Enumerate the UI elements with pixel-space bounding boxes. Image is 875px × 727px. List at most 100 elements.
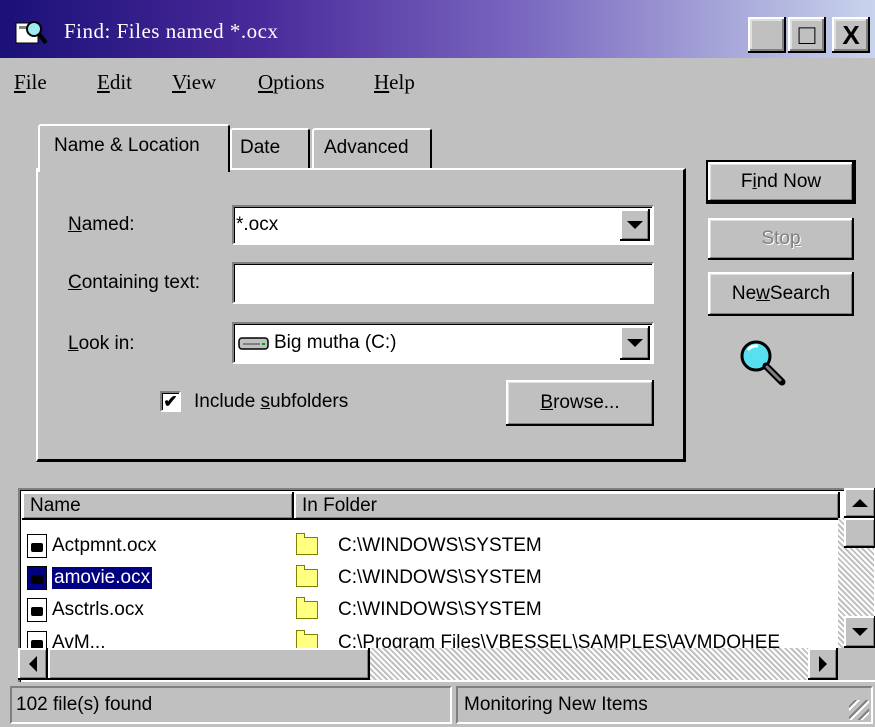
scroll-corner: [838, 648, 875, 680]
scroll-right-button[interactable]: [808, 648, 838, 680]
lookin-value: Big mutha (C:): [274, 332, 397, 353]
lookin-label-text: ook in:: [78, 333, 135, 354]
stop-button[interactable]: Sto p: [708, 218, 854, 260]
folder-path: C:\WINDOWS\SYSTEM: [338, 567, 542, 588]
new-search-accel: w: [756, 283, 770, 304]
lookin-label: Look in:: [68, 333, 135, 355]
new-search-button[interactable]: Ne w Search: [708, 272, 854, 316]
scroll-left-button[interactable]: [18, 648, 48, 680]
chevron-down-icon: [627, 221, 643, 229]
include-subfolders-label[interactable]: Include subfolders: [194, 391, 348, 413]
list-item[interactable]: Asctrls.ocx: [27, 597, 144, 623]
include-subfolders-rest: ubfolders: [270, 391, 349, 412]
include-subfolders-accel: s: [260, 391, 271, 412]
folder-path: C:\WINDOWS\SYSTEM: [338, 599, 542, 620]
menu-view-label: iew: [185, 70, 217, 94]
column-header-name[interactable]: Name: [22, 492, 294, 520]
lookin-dropdown-button[interactable]: [620, 326, 650, 360]
menu-help-label: elp: [389, 70, 415, 94]
find-now-rest: nd Now: [756, 171, 822, 192]
horizontal-scroll-thumb[interactable]: [48, 648, 370, 680]
menu-edit-label: dit: [109, 70, 132, 94]
scroll-down-button[interactable]: [844, 616, 875, 648]
named-label-text: amed:: [81, 214, 135, 235]
tab-name-location[interactable]: Name & Location: [38, 124, 230, 172]
stop-accel: p: [789, 228, 801, 249]
menu-options-accel: O: [258, 70, 274, 94]
chevron-down-icon: [627, 339, 643, 347]
containing-text-input[interactable]: [232, 262, 654, 304]
named-combo[interactable]: *.ocx: [232, 205, 654, 245]
menu-view[interactable]: View: [172, 70, 216, 95]
containing-label: Containing text:: [68, 272, 200, 294]
named-label-accel: N: [68, 214, 82, 235]
named-value: *.ocx: [236, 214, 279, 235]
vertical-scroll-thumb[interactable]: [844, 518, 875, 548]
arrow-down-icon: [852, 628, 868, 636]
find-now-button[interactable]: Fi nd Now: [706, 160, 856, 204]
search-magnifier-icon: [740, 340, 786, 386]
resize-grip-icon[interactable]: [849, 700, 869, 720]
ocx-file-icon: [27, 534, 47, 558]
file-name: amovie.ocx: [52, 567, 153, 589]
menu-file[interactable]: File: [14, 70, 47, 95]
close-icon: X: [842, 20, 860, 50]
arrow-up-icon: [852, 499, 868, 507]
tab-date[interactable]: Date: [230, 128, 310, 168]
maximize-button[interactable]: □: [788, 17, 826, 53]
tab-advanced[interactable]: Advanced: [312, 128, 432, 168]
drive-icon: [238, 337, 269, 350]
minimize-icon: _: [759, 26, 775, 56]
tab-date-label: Date: [240, 137, 281, 158]
list-item-folder: C:\WINDOWS\SYSTEM: [296, 597, 542, 623]
column-name-label: Name: [30, 495, 81, 516]
file-name: Asctrls.ocx: [52, 599, 144, 620]
status-monitor-text: Monitoring New Items: [464, 694, 648, 715]
list-item-selected[interactable]: amovie.ocx: [27, 565, 153, 591]
scroll-up-button[interactable]: [844, 488, 875, 518]
browse-button[interactable]: Browse...: [506, 380, 654, 426]
arrow-right-icon: [819, 656, 827, 672]
named-dropdown-button[interactable]: [620, 209, 650, 241]
menu-options[interactable]: Options: [258, 70, 325, 95]
check-icon: ✔: [163, 392, 178, 411]
tab-advanced-label: Advanced: [324, 137, 409, 158]
containing-label-accel: C: [68, 272, 82, 293]
lookin-label-accel: L: [68, 333, 79, 354]
folder-icon: [296, 597, 318, 619]
status-count-text: 102 file(s) found: [16, 694, 153, 715]
named-label: Named:: [68, 214, 135, 236]
menu-help-accel: H: [374, 70, 390, 94]
lookin-combo[interactable]: Big mutha (C:): [232, 322, 654, 364]
browse-accel: B: [540, 392, 554, 413]
stop-before: Sto: [761, 228, 790, 249]
list-item-folder: C:\WINDOWS\SYSTEM: [296, 565, 542, 591]
menu-file-accel: F: [14, 70, 26, 94]
menu-edit[interactable]: Edit: [97, 70, 132, 95]
menu-options-label: ptions: [273, 70, 325, 94]
include-subfolders-checkbox[interactable]: ✔: [160, 391, 181, 412]
find-files-icon: [15, 21, 48, 45]
list-item[interactable]: Actpmnt.ocx: [27, 533, 157, 559]
title-bar[interactable]: Find: Files named *.ocx _ □ X: [0, 0, 875, 58]
status-monitor: Monitoring New Items: [456, 686, 873, 724]
folder-icon: [296, 533, 318, 555]
column-header-folder[interactable]: In Folder: [294, 492, 840, 520]
column-folder-label: In Folder: [302, 495, 377, 516]
minimize-button[interactable]: _: [748, 17, 786, 56]
tab-name-location-label: Name & Location: [54, 135, 200, 156]
find-window: Find: Files named *.ocx _ □ X File Edit …: [0, 0, 875, 727]
new-search-rest: Search: [769, 283, 831, 304]
window-title: Find: Files named *.ocx: [64, 19, 279, 43]
status-count: 102 file(s) found: [10, 686, 452, 724]
new-search-before: Ne: [731, 283, 757, 304]
browse-label: rowse...: [553, 392, 620, 413]
menu-help[interactable]: Help: [374, 70, 415, 95]
include-subfolders-before: Include: [194, 391, 261, 412]
close-button[interactable]: X: [832, 17, 870, 53]
folder-path: C:\WINDOWS\SYSTEM: [338, 535, 542, 556]
find-now-before: F: [740, 171, 753, 192]
ocx-file-icon: [27, 598, 47, 622]
list-item-folder: C:\WINDOWS\SYSTEM: [296, 533, 542, 559]
folder-icon: [296, 565, 318, 587]
